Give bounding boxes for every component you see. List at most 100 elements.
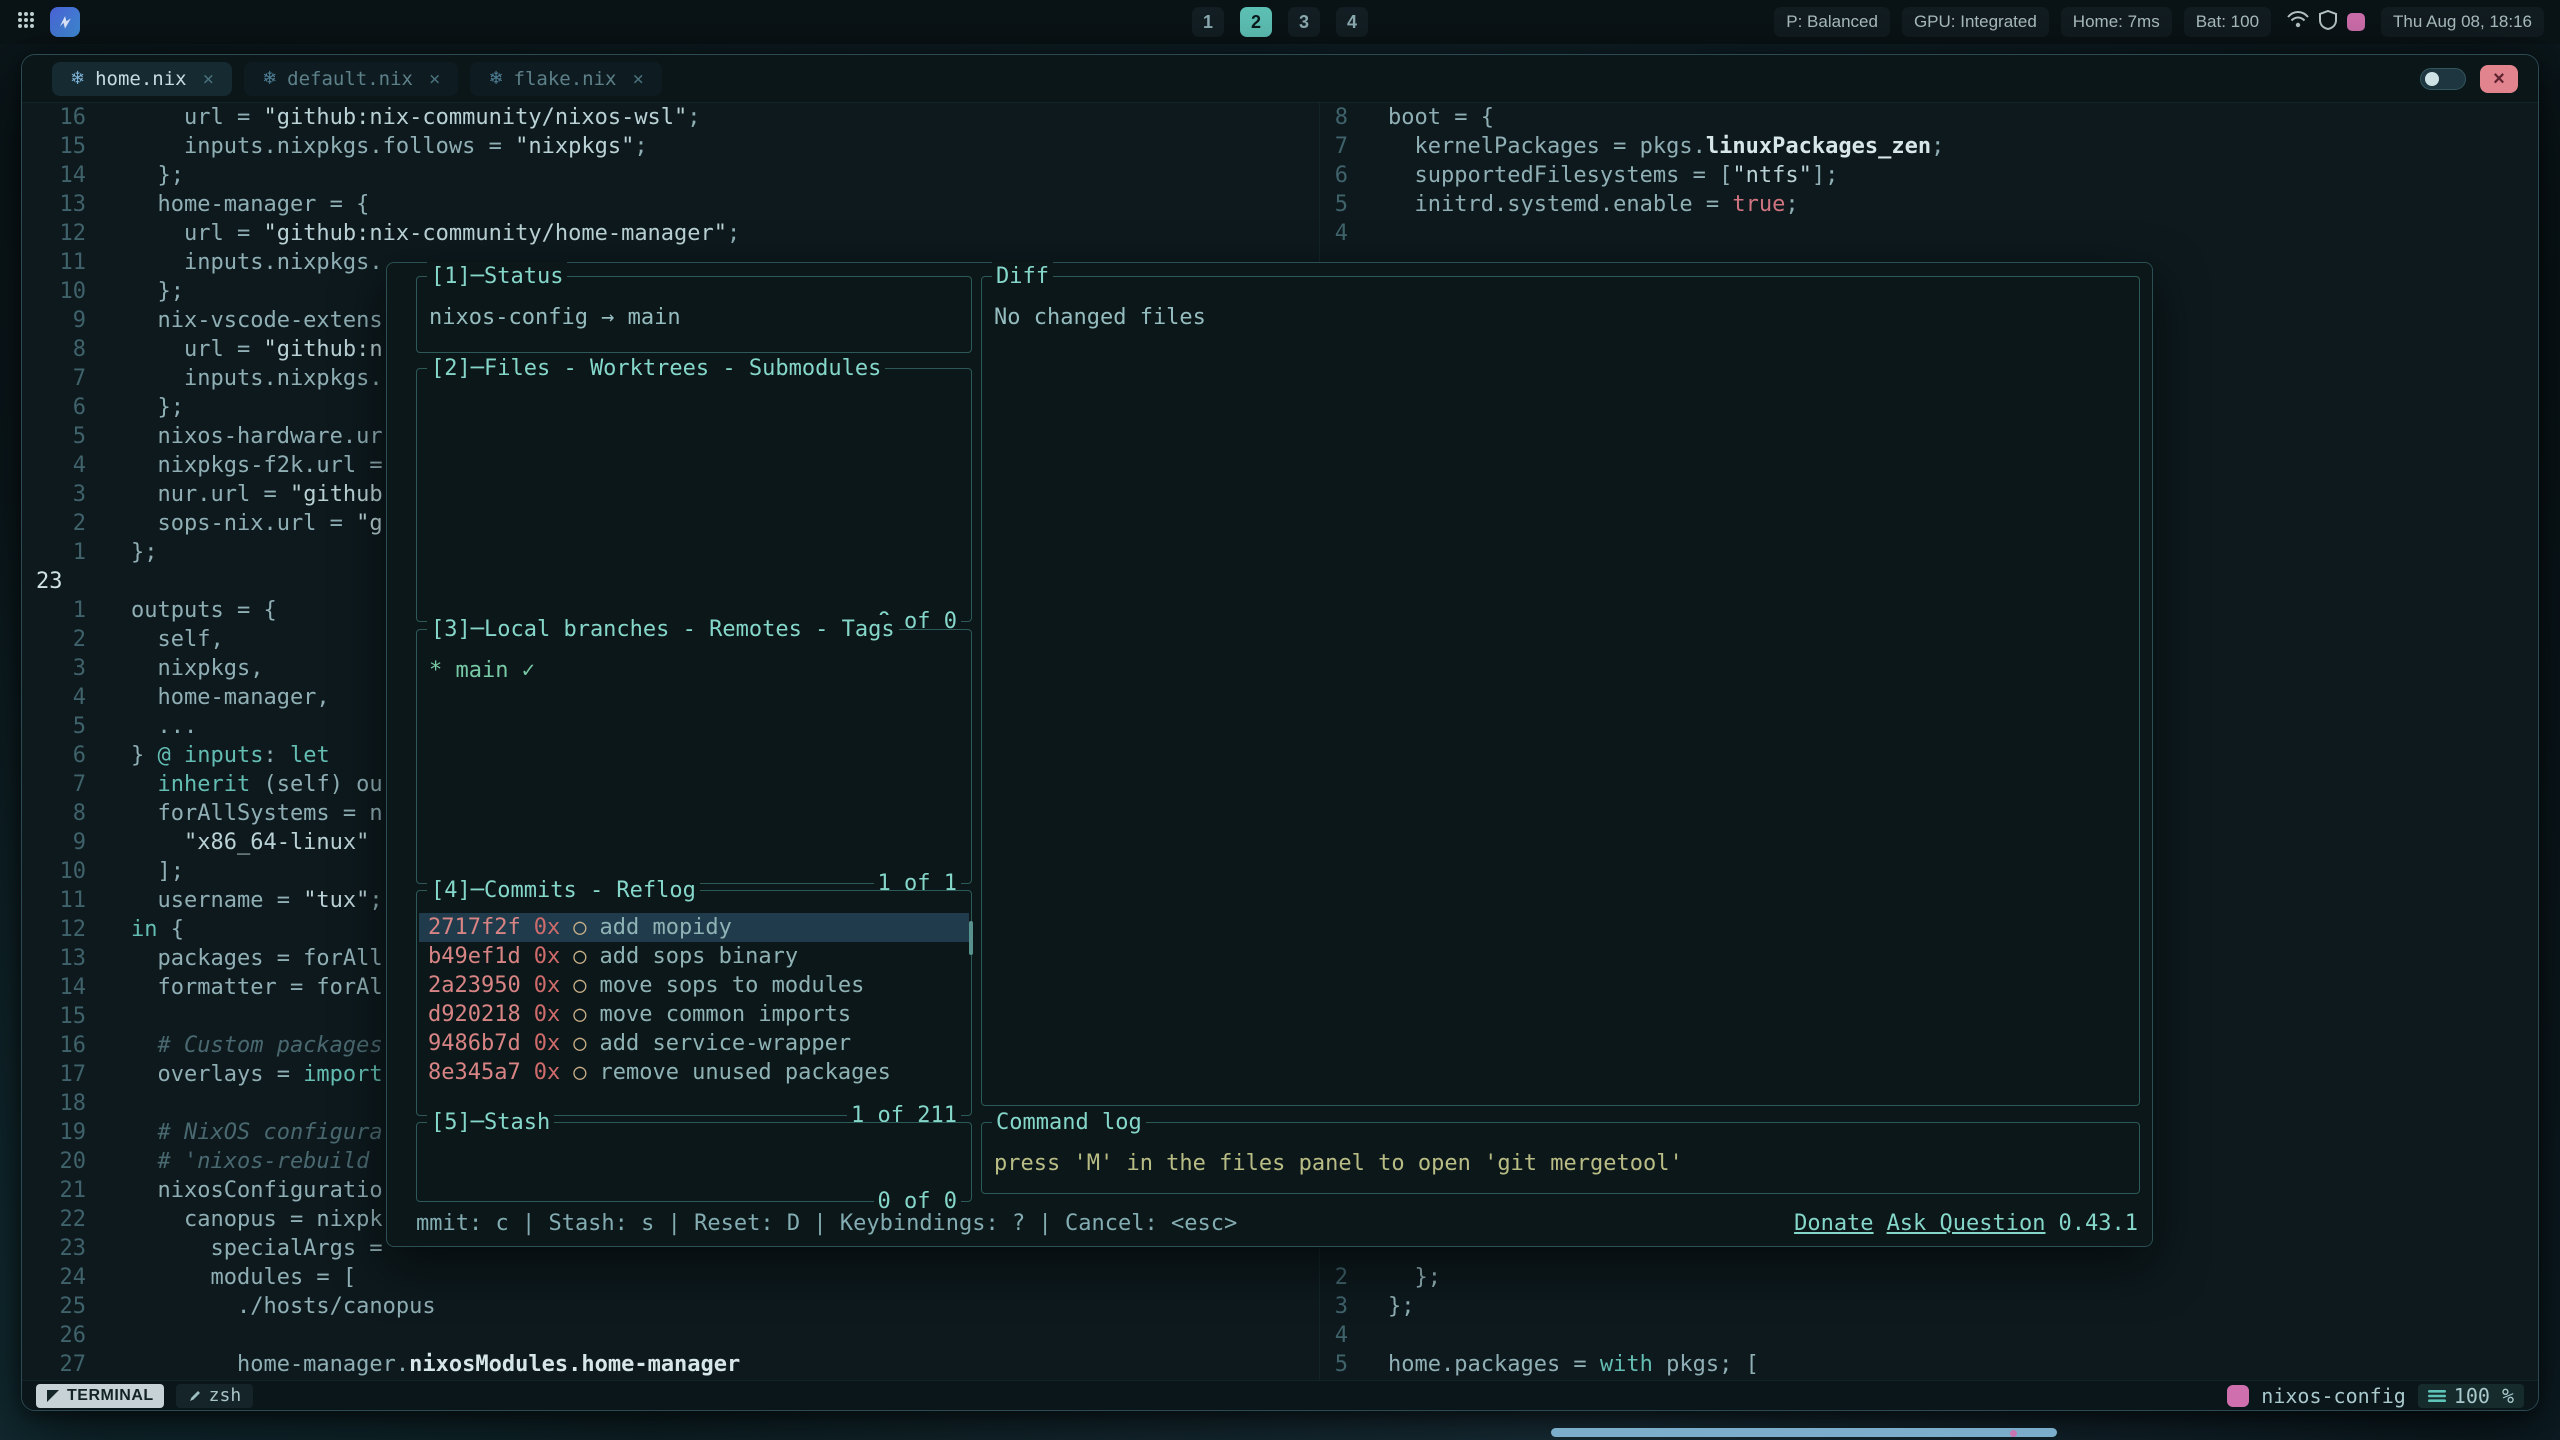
- shield-icon[interactable]: [2319, 10, 2337, 35]
- commits-scrollbar[interactable]: [969, 921, 973, 955]
- commit-row[interactable]: 8e345a7 0x ○ remove unused packages: [419, 1058, 969, 1087]
- tab-close-icon[interactable]: ×: [203, 68, 214, 90]
- code-line[interactable]: 8 boot = {: [1320, 103, 2538, 132]
- line-number: 21: [22, 1178, 86, 1203]
- commit-message: add service-wrapper: [599, 1031, 851, 1056]
- lazygit-status-panel[interactable]: [1]─Status nixos-config → main: [416, 276, 972, 353]
- shell-tab[interactable]: zsh: [176, 1384, 254, 1408]
- panel-title: Command log: [992, 1108, 1146, 1137]
- commit-row[interactable]: d920218 0x ○ move common imports: [419, 1000, 969, 1029]
- code-line[interactable]: 5 home.packages = with pkgs; [: [1320, 1350, 2538, 1379]
- code-line[interactable]: 13 home-manager = {: [22, 190, 1319, 219]
- line-number: 13: [22, 192, 86, 217]
- code-line[interactable]: 14 };: [22, 161, 1319, 190]
- window-controls: ×: [2420, 55, 2518, 103]
- lazygit-commits-panel[interactable]: [4]─Commits - Reflog 2717f2f 0x ○ add mo…: [416, 890, 972, 1116]
- workspace-button[interactable]: 3: [1288, 7, 1320, 37]
- line-text: initrd.systemd.enable = true;: [1388, 192, 1799, 217]
- code-line[interactable]: 6 supportedFilesystems = ["ntfs"];: [1320, 161, 2538, 190]
- lazygit-files-panel[interactable]: [2]─Files - Worktrees - Submodules 0 of …: [416, 368, 972, 622]
- indicator-icon[interactable]: [2347, 13, 2365, 31]
- lazygit-branches-panel[interactable]: [3]─Local branches - Remotes - Tags * ma…: [416, 629, 972, 884]
- panel-title: [5]─Stash: [427, 1108, 554, 1137]
- lazygit-diff-panel[interactable]: Diff No changed files: [981, 276, 2140, 1106]
- line-number: 9: [22, 830, 86, 855]
- code-line[interactable]: 4: [1320, 1321, 2538, 1350]
- line-text: # NixOS configura: [131, 1120, 383, 1145]
- line-text: } @ inputs: let: [131, 743, 330, 768]
- editor-tab[interactable]: ❄ home.nix ×: [52, 62, 232, 96]
- code-line[interactable]: 2 };: [1320, 1263, 2538, 1292]
- donate-link[interactable]: Donate: [1794, 1209, 1873, 1238]
- editor-area: 16 url = "github:nix-community/nixos-wsl…: [22, 103, 2538, 1380]
- wallpaper-dot: [2010, 1430, 2017, 1437]
- editor-tab[interactable]: ❄ flake.nix ×: [470, 62, 662, 96]
- line-text: };: [131, 540, 158, 565]
- code-line[interactable]: 27 home-manager.nixosModules.home-manage…: [22, 1350, 1319, 1379]
- line-text: in {: [131, 917, 184, 942]
- line-number: 17: [22, 1062, 86, 1087]
- line-number: 8: [1320, 105, 1348, 130]
- line-text: nixosConfiguratio: [131, 1178, 383, 1203]
- line-number: 12: [22, 221, 86, 246]
- workspace-button[interactable]: 2: [1240, 7, 1272, 37]
- wifi-icon[interactable]: [2287, 11, 2309, 34]
- tray-icons: [2283, 10, 2369, 35]
- ask-question-link[interactable]: Ask Question: [1887, 1209, 2046, 1238]
- line-text: nixpkgs-f2k.url =: [131, 453, 383, 478]
- commit-hash: b49ef1d: [428, 944, 521, 969]
- app-logo-icon[interactable]: [50, 7, 80, 37]
- layout-toggle[interactable]: [2420, 68, 2466, 90]
- commit-author-tag: 0x: [534, 1060, 561, 1085]
- apps-grid-icon[interactable]: [16, 10, 36, 35]
- commit-row[interactable]: 2a23950 0x ○ move sops to modules: [419, 971, 969, 1000]
- lines-icon: [2428, 1389, 2446, 1403]
- code-line[interactable]: 5 initrd.systemd.enable = true;: [1320, 190, 2538, 219]
- code-line[interactable]: 26: [22, 1321, 1319, 1350]
- lazygit-command-log-panel[interactable]: Command log press 'M' in the files panel…: [981, 1122, 2140, 1194]
- line-text: ];: [131, 859, 184, 884]
- commit-graph-node-icon: ○: [573, 1002, 586, 1027]
- terminal-mode-icon: [46, 1389, 60, 1403]
- line-text: };: [1388, 1294, 1415, 1319]
- line-number: 23: [22, 1236, 86, 1261]
- line-number: 11: [22, 250, 86, 275]
- workspace-button[interactable]: 4: [1336, 7, 1368, 37]
- desktop: 1 2 3 4 P: Balanced GPU: Integrated Home…: [0, 0, 2560, 1440]
- lazygit-overlay: [1]─Status nixos-config → main [2]─Files…: [386, 262, 2153, 1247]
- editor-pane-right-top[interactable]: 8 boot = { 7 kernelPackages = pkgs.linux…: [1320, 103, 2538, 248]
- clock: Thu Aug 08, 18:16: [2381, 7, 2544, 37]
- editor-pane-right-bottom[interactable]: 2 }; 3 }; 4 5 home.p: [1320, 1263, 2538, 1379]
- line-number: 6: [22, 743, 86, 768]
- line-number: 13: [22, 946, 86, 971]
- line-text: home-manager.nixosModules.home-manager: [131, 1352, 740, 1377]
- line-number: 25: [22, 1294, 86, 1319]
- code-line[interactable]: 16 url = "github:nix-community/nixos-wsl…: [22, 103, 1319, 132]
- code-line[interactable]: 24 modules = [: [22, 1263, 1319, 1292]
- commit-hash: 8e345a7: [428, 1060, 521, 1085]
- tab-bar: ❄ home.nix × ❄ default.nix × ❄ flake.nix…: [22, 55, 2538, 103]
- line-text: sops-nix.url = "g: [131, 511, 383, 536]
- tab-close-icon[interactable]: ×: [429, 68, 440, 90]
- window-close-button[interactable]: ×: [2480, 65, 2518, 93]
- commit-graph-node-icon: ○: [573, 973, 586, 998]
- code-line[interactable]: 25 ./hosts/canopus: [22, 1292, 1319, 1321]
- line-text: };: [131, 163, 184, 188]
- tab-close-icon[interactable]: ×: [633, 68, 644, 90]
- editor-tab[interactable]: ❄ default.nix ×: [244, 62, 458, 96]
- line-number: 26: [22, 1323, 86, 1348]
- line-text: inputs.nixpkgs.: [131, 366, 383, 391]
- code-line[interactable]: 4: [1320, 219, 2538, 248]
- line-number: 10: [22, 279, 86, 304]
- code-line[interactable]: 15 inputs.nixpkgs.follows = "nixpkgs";: [22, 132, 1319, 161]
- commit-row[interactable]: 9486b7d 0x ○ add service-wrapper: [419, 1029, 969, 1058]
- commit-row[interactable]: 2717f2f 0x ○ add mopidy: [419, 913, 969, 942]
- line-text: "x86_64-linux": [131, 830, 369, 855]
- workspace-button[interactable]: 1: [1192, 7, 1224, 37]
- commit-row[interactable]: b49ef1d 0x ○ add sops binary: [419, 942, 969, 971]
- lazygit-stash-panel[interactable]: [5]─Stash 0 of 0: [416, 1122, 972, 1202]
- code-line[interactable]: 7 kernelPackages = pkgs.linuxPackages_ze…: [1320, 132, 2538, 161]
- code-line[interactable]: 12 url = "github:nix-community/home-mana…: [22, 219, 1319, 248]
- line-text: };: [131, 279, 184, 304]
- code-line[interactable]: 3 };: [1320, 1292, 2538, 1321]
